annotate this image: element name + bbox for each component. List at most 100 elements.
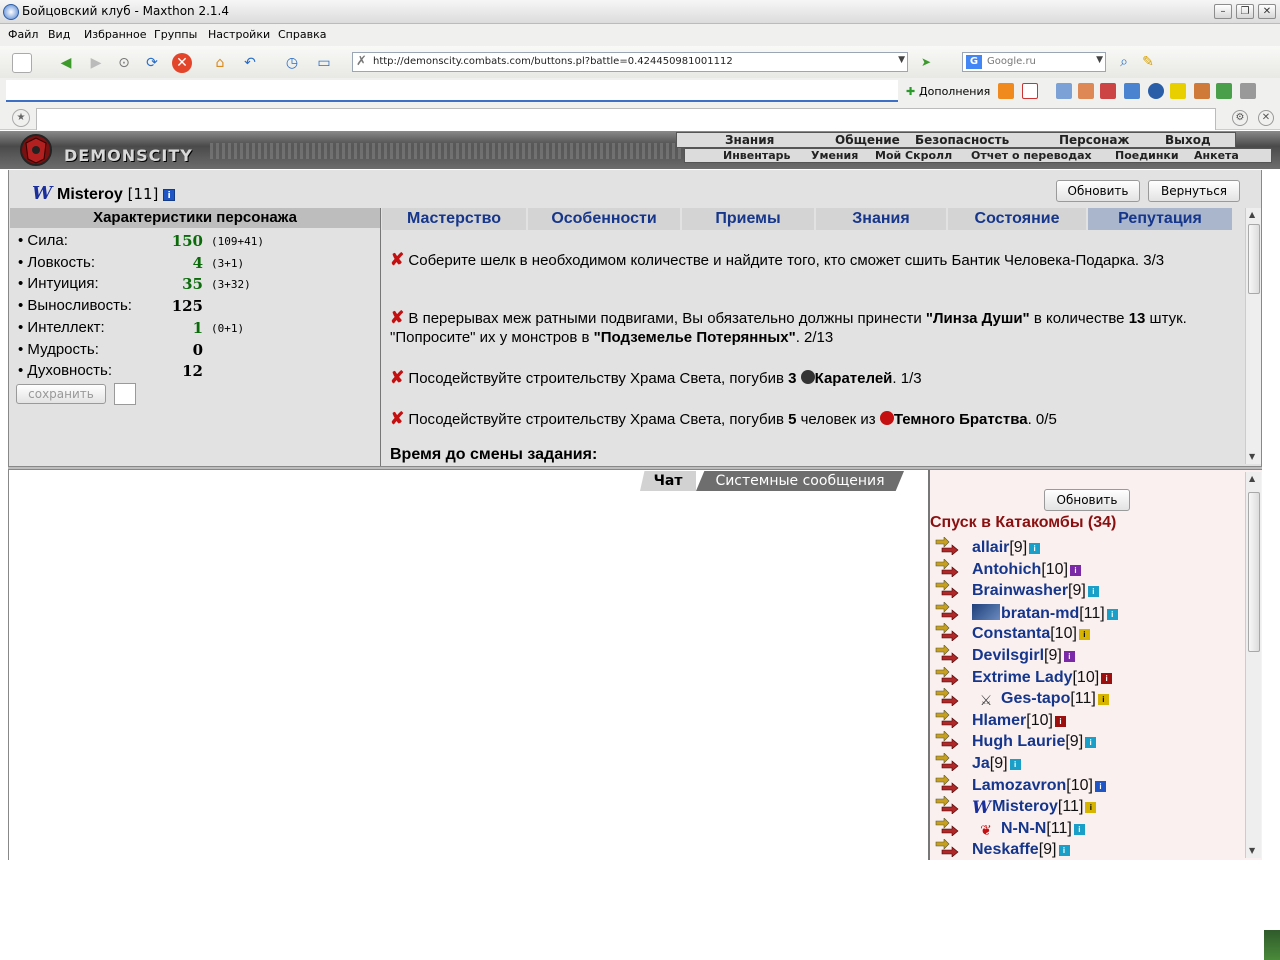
menu-file[interactable]: Файл [8, 28, 38, 41]
save-button[interactable]: сохранить [16, 384, 106, 404]
scroll-up-icon[interactable]: ▲ [1249, 474, 1255, 483]
user-name[interactable]: Brainwasher [972, 582, 1068, 599]
history-dropdown-icon[interactable]: ⊙ [114, 53, 134, 73]
tab-mastery[interactable]: Мастерство [382, 208, 528, 230]
private-arrow-icon[interactable] [934, 774, 960, 793]
address-bar[interactable]: ✗ http://demonscity.combats.com/buttons.… [352, 52, 908, 72]
nav-profile[interactable]: Анкета [1194, 149, 1239, 162]
user-name[interactable]: Extrime Lady [972, 669, 1072, 686]
info-icon[interactable]: i [1070, 564, 1082, 576]
maximize-button[interactable]: ❐ [1236, 4, 1254, 19]
nav-battles[interactable]: Поединки [1115, 149, 1179, 162]
user-entry[interactable]: bratan-md[11] i [972, 603, 1118, 623]
user-name[interactable]: Misteroy [992, 798, 1058, 815]
userlist-scrollbar[interactable]: ▲ ▼ [1245, 472, 1261, 858]
private-arrow-icon[interactable] [934, 558, 960, 577]
info-icon[interactable]: i [1085, 737, 1097, 749]
menu-settings[interactable]: Настройки [208, 28, 270, 41]
compass-icon[interactable] [1148, 83, 1164, 99]
cancel-quest-icon[interactable]: ✘ [390, 250, 404, 269]
user-name[interactable]: allair [972, 539, 1009, 556]
private-arrow-icon[interactable] [934, 817, 960, 836]
resize-icon[interactable] [1124, 83, 1140, 99]
private-arrow-icon[interactable] [934, 666, 960, 685]
private-arrow-icon[interactable] [934, 645, 960, 663]
user-entry[interactable]: Extrime Lady[10] i [972, 669, 1113, 687]
chevron-down-icon[interactable]: ▼ [898, 55, 905, 65]
user-entry[interactable]: Neskaffe[9] i [972, 841, 1070, 859]
back-icon[interactable]: ◀ [56, 53, 76, 73]
cancel-quest-icon[interactable]: ✘ [390, 409, 404, 428]
new-page-icon[interactable] [12, 53, 32, 73]
gmail-icon[interactable] [1022, 83, 1038, 99]
favorite-star-icon[interactable]: ★ [12, 109, 30, 127]
refresh-button[interactable]: Обновить [1056, 180, 1140, 202]
user-entry[interactable]: allair[9] i [972, 539, 1041, 557]
clock-icon[interactable]: ◷ [282, 53, 302, 73]
nav-transfer-report[interactable]: Отчет о переводах [971, 149, 1092, 162]
cancel-quest-icon[interactable]: ✘ [390, 368, 404, 387]
menu-groups[interactable]: Группы [154, 28, 197, 41]
user-entry[interactable]: Ja[9] i [972, 755, 1021, 773]
close-window-button[interactable]: ✕ [1258, 4, 1276, 19]
nav-inventory[interactable]: Инвентарь [723, 149, 790, 162]
rss-icon[interactable] [998, 83, 1014, 99]
back-button[interactable]: Вернуться [1148, 180, 1240, 202]
go-icon[interactable]: ➤ [916, 52, 936, 72]
private-arrow-icon[interactable] [934, 709, 960, 728]
info-icon[interactable]: i [1058, 845, 1070, 857]
quest-scrollbar[interactable]: ▲ ▼ [1245, 208, 1261, 464]
address-url[interactable]: http://demonscity.combats.com/buttons.pl… [373, 56, 733, 67]
info-icon[interactable]: i [1097, 694, 1109, 706]
nav-skills[interactable]: Умения [811, 149, 858, 162]
undo-icon[interactable]: ↶ [240, 53, 260, 73]
user-name[interactable]: Ja [972, 755, 990, 772]
paint-icon[interactable] [1194, 83, 1210, 99]
nav-exit[interactable]: Выход [1165, 133, 1211, 147]
share-icon[interactable] [1216, 83, 1232, 99]
pen-icon[interactable] [1078, 83, 1094, 99]
nav-security[interactable]: Безопасность [915, 133, 1009, 147]
info-icon[interactable]: i [1087, 586, 1099, 598]
chat-area[interactable] [8, 470, 928, 860]
highlight-icon[interactable]: ✎ [1138, 52, 1158, 72]
private-arrow-icon[interactable] [934, 839, 960, 858]
info-icon[interactable]: i [1085, 802, 1097, 814]
menu-help[interactable]: Справка [278, 28, 326, 41]
room-refresh-button[interactable]: Обновить [1044, 489, 1130, 511]
minimize-button[interactable]: – [1214, 4, 1232, 19]
nav-knowledge[interactable]: Знания [725, 133, 774, 147]
user-entry[interactable]: ⚔ Ges-tapo[11] i [972, 690, 1109, 708]
user-name[interactable]: Devilsgirl [972, 647, 1044, 664]
user-entry[interactable]: Brainwasher[9] i [972, 582, 1099, 600]
nav-character[interactable]: Персонаж [1059, 133, 1129, 147]
nav-my-scroll[interactable]: Мой Скролл [875, 149, 952, 162]
quest-target[interactable]: Карателей [815, 370, 893, 387]
user-entry[interactable]: ❦ N-N-N[11] i [972, 820, 1085, 838]
plugin-icon[interactable] [1240, 83, 1256, 99]
info-icon[interactable]: i [163, 189, 176, 201]
info-icon[interactable]: i [1094, 780, 1106, 792]
private-arrow-icon[interactable] [934, 753, 960, 771]
private-arrow-icon[interactable] [934, 601, 960, 620]
close-tab-icon[interactable]: ✕ [1258, 110, 1274, 126]
tab-knowledge[interactable]: Знания [816, 208, 948, 230]
user-name[interactable]: bratan-md [1001, 605, 1079, 622]
user-entry[interactable]: Hugh Laurie[9] i [972, 733, 1097, 751]
user-name[interactable]: Hlamer [972, 712, 1026, 729]
user-name[interactable]: N-N-N [1001, 820, 1046, 837]
private-arrow-icon[interactable] [934, 796, 960, 815]
info-icon[interactable]: i [1054, 715, 1066, 727]
info-icon[interactable]: i [1073, 823, 1085, 835]
search-box[interactable]: G Google.ru ▼ [962, 52, 1106, 72]
screen-icon[interactable]: ▭ [314, 53, 334, 73]
tab-current[interactable] [36, 108, 1216, 130]
private-arrow-icon[interactable] [934, 688, 960, 707]
user-name[interactable]: Hugh Laurie [972, 733, 1065, 750]
user-entry[interactable]: WMisteroy[11] i [972, 798, 1097, 818]
quest-target[interactable]: Темного Братства [894, 411, 1028, 428]
user-entry[interactable]: Lamozavron[10] i [972, 777, 1106, 795]
user-name[interactable]: Lamozavron [972, 777, 1066, 794]
tab-features[interactable]: Особенности [528, 208, 682, 230]
info-icon[interactable]: i [1101, 672, 1113, 684]
